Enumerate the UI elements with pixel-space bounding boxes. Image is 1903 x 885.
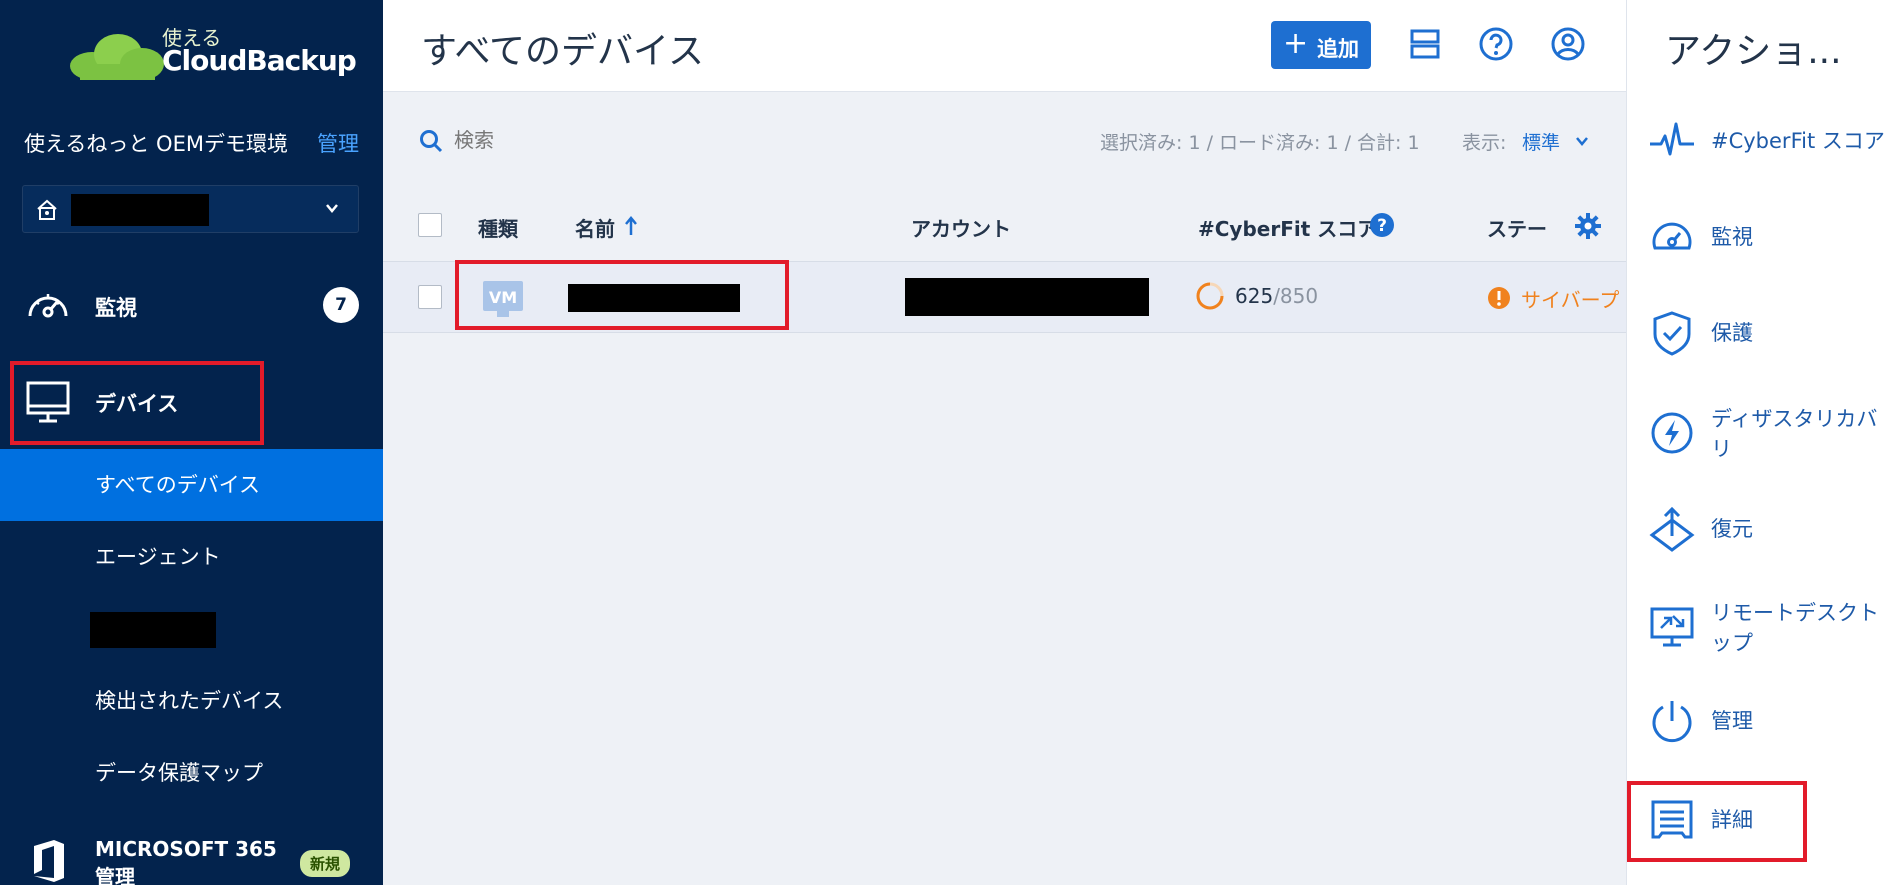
actions-title: アクショ... — [1665, 31, 1842, 72]
add-button-label: 追加 — [1317, 37, 1359, 61]
gauge-icon — [1652, 222, 1692, 250]
actions-panel: アクショ... #CyberFit スコア 監視 保護 ディザスタリカバリ 復元… — [1626, 0, 1903, 885]
score-max: /850 — [1273, 284, 1319, 308]
sub-item-label: データ保護マップ — [95, 761, 263, 785]
cloud-logo-icon — [70, 34, 164, 80]
layout-icon[interactable] — [1405, 24, 1445, 64]
column-header-status[interactable]: ステー — [1487, 213, 1547, 242]
row-checkbox[interactable] — [418, 285, 442, 309]
view-label: 表示: — [1462, 132, 1507, 154]
home-icon — [37, 199, 57, 220]
remote-desktop-icon — [1650, 607, 1694, 647]
svg-text:?: ? — [1377, 216, 1387, 236]
nav-monitoring-label: 監視 — [95, 296, 137, 320]
sub-item-agents[interactable]: エージェント — [0, 521, 383, 593]
power-icon — [1652, 701, 1692, 743]
lightning-icon — [1651, 412, 1693, 454]
sub-item-label: 検出されたデバイス — [95, 689, 284, 713]
sidebar: 使える CloudBackup 使えるねっと OEMデモ環境 管理 監視 7 デ… — [0, 0, 383, 885]
column-header-type[interactable]: 種類 — [478, 213, 518, 242]
nav-microsoft-365[interactable]: MICROSOFT 365管理 — [95, 835, 295, 885]
action-label: #CyberFit スコア — [1711, 129, 1885, 153]
action-label: リモートデスクトップ — [1711, 601, 1879, 655]
redacted-device-name — [568, 284, 740, 312]
user-icon[interactable] — [1548, 24, 1588, 64]
pulse-icon — [1650, 122, 1694, 156]
redacted-account — [905, 278, 1149, 316]
column-header-account[interactable]: アカウント — [911, 213, 1011, 242]
score-ring-icon — [1196, 282, 1224, 310]
action-label: 保護 — [1711, 321, 1753, 345]
restore-icon — [1649, 506, 1695, 552]
sub-item-label: すべてのデバイス — [95, 473, 261, 497]
column-header-name[interactable]: 名前 — [575, 213, 615, 242]
tenant-name: 使えるねっと OEMデモ環境 — [24, 132, 288, 156]
shield-icon — [1653, 311, 1691, 356]
vm-icon: VM — [483, 281, 523, 317]
alert-count-badge: 7 — [323, 287, 359, 323]
plus-icon: + — [1283, 26, 1309, 61]
search-input[interactable] — [454, 124, 754, 156]
sub-item-data-protection-map[interactable]: データ保護マップ — [0, 737, 383, 809]
office-icon — [34, 840, 64, 882]
redacted-tenant — [71, 194, 209, 226]
sub-item-label: エージェント — [95, 545, 221, 569]
select-all-checkbox[interactable] — [418, 213, 442, 237]
status-text: サイバープ — [1521, 288, 1620, 312]
view-dropdown[interactable]: 標準 — [1522, 128, 1560, 155]
search-icon — [420, 130, 443, 153]
sort-ascending-icon[interactable] — [623, 215, 639, 237]
gauge-icon — [28, 294, 68, 318]
action-label: 監視 — [1711, 225, 1753, 249]
action-label: ディザスタリカバリ — [1711, 407, 1878, 461]
manage-link[interactable]: 管理 — [317, 128, 359, 158]
action-label: 管理 — [1711, 709, 1753, 733]
gear-icon[interactable] — [1574, 212, 1602, 240]
selection-stats: 選択済み: 1 / ロード済み: 1 / 合計: 1 — [1100, 132, 1420, 154]
tenant-selector[interactable] — [22, 185, 359, 233]
add-button[interactable]: + 追加 — [1271, 21, 1371, 69]
column-header-cyberfit-score[interactable]: #CyberFit スコア — [1198, 213, 1377, 242]
new-badge: 新規 — [300, 850, 351, 877]
action-label: 復元 — [1711, 517, 1753, 541]
redacted-sub-item[interactable] — [90, 612, 216, 648]
chevron-down-icon — [326, 204, 338, 213]
help-icon[interactable]: ? — [1369, 212, 1395, 238]
cyberfit-score: 625/850 — [1235, 284, 1318, 308]
warning-icon — [1488, 287, 1510, 309]
action-label: 詳細 — [1711, 808, 1753, 832]
details-icon — [1651, 800, 1693, 839]
sub-item-all-devices[interactable]: すべてのデバイス — [0, 449, 383, 521]
monitor-icon — [26, 381, 70, 423]
vm-icon-label: VM — [489, 288, 517, 307]
header: すべてのデバイス + 追加 — [383, 0, 1626, 92]
chevron-down-icon[interactable] — [1575, 134, 1589, 148]
score-value: 625 — [1235, 284, 1274, 308]
nav-devices-label: デバイス — [95, 392, 179, 416]
help-icon[interactable] — [1476, 24, 1516, 64]
brand-logo[interactable]: 使える CloudBackup — [70, 22, 357, 82]
brand-name: CloudBackup — [162, 44, 357, 77]
page-title: すべてのデバイス — [421, 31, 704, 72]
sub-item-discovered-devices[interactable]: 検出されたデバイス — [0, 665, 383, 737]
